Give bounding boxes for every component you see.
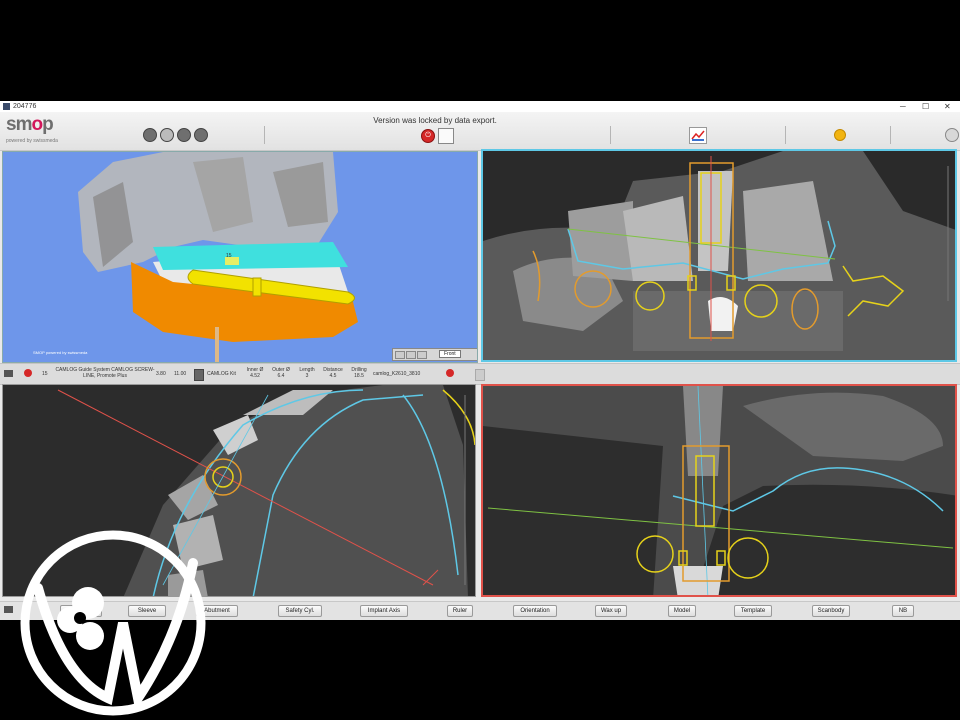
rotate-icon[interactable] <box>395 351 405 359</box>
chart-icon[interactable] <box>689 127 707 144</box>
nb-button[interactable]: NB <box>892 605 914 617</box>
view-select[interactable]: Front <box>439 350 461 358</box>
3d-render <box>78 152 358 362</box>
lock-icon[interactable] <box>24 369 32 377</box>
model-button[interactable]: Model <box>668 605 696 617</box>
smop-logo: smop <box>6 114 54 135</box>
orientation-button[interactable]: Orientation <box>513 605 557 617</box>
drilling-depth: Drilling 18.5 <box>351 367 367 379</box>
inner-diameter: Inner Ø 4.52 <box>246 367 264 379</box>
collapse-toggle[interactable] <box>4 606 13 613</box>
implant-tooth: 15 <box>42 371 48 377</box>
window-title: 204776 <box>13 103 37 110</box>
app-icon <box>3 103 10 110</box>
record-button[interactable] <box>177 128 191 142</box>
cross-section-scan <box>483 386 955 595</box>
wax-up-button[interactable]: Wax up <box>595 605 627 617</box>
implant-axis-button[interactable]: Implant Axis <box>360 605 408 617</box>
implant-kit: CAMLOG Kit <box>207 371 236 377</box>
sleeve-distance: Distance 4.5 <box>323 367 343 379</box>
app-header: smop powered by swissmeda Version was lo… <box>0 112 960 151</box>
view-grid-button[interactable] <box>143 128 157 142</box>
outer-diameter: Outer Ø 6.4 <box>272 367 290 379</box>
collapse-toggle[interactable] <box>4 370 13 377</box>
implant-kit-icon <box>475 369 485 381</box>
ruler-button[interactable]: Ruler <box>447 605 473 617</box>
camera-icon[interactable] <box>194 128 208 142</box>
cross-section-view[interactable] <box>481 384 957 597</box>
sleeve-code: camlog_K2610_3810 <box>373 371 421 377</box>
viewport-caption: SMOP powered by swissmeda <box>33 350 88 355</box>
sleeve-length: Length 3 <box>299 367 315 379</box>
safety-cyl-button[interactable]: Safety Cyl. <box>278 605 322 617</box>
scanbody-button[interactable]: Scanbody <box>812 605 850 617</box>
implant-kit-icon <box>194 369 204 381</box>
maximize-button[interactable]: ☐ <box>922 101 929 112</box>
watermark-logo <box>20 530 206 716</box>
export-icon[interactable] <box>438 128 454 144</box>
implant-length: 11.00 <box>174 371 187 377</box>
lock-icon[interactable] <box>446 369 454 377</box>
minimize-button[interactable]: ─ <box>900 101 906 112</box>
close-button[interactable]: ✕ <box>944 101 951 112</box>
implant-system: CAMLOG Guide System CAMLOG SCREW-LINE, P… <box>55 367 155 379</box>
logo-subtitle: powered by swissmeda <box>6 138 58 144</box>
implant-diameter: 3.80 <box>156 371 166 377</box>
toolbar-separator <box>610 126 611 144</box>
lock-message: Version was locked by data export. <box>373 116 497 125</box>
3d-view-toolbar: Front <box>392 348 477 361</box>
toolbar-separator <box>264 126 265 144</box>
lock-icon[interactable]: ⏻ <box>421 129 435 143</box>
panoramic-scan <box>483 151 955 360</box>
viewport-3d[interactable]: 15 SMOP powered by swissmeda Front <box>2 151 478 363</box>
fullscreen-icon[interactable] <box>945 128 959 142</box>
implant-info-bar: 15 CAMLOG Guide System CAMLOG SCREW-LINE… <box>0 363 960 385</box>
toolbar-separator <box>785 126 786 144</box>
pan-icon[interactable] <box>406 351 416 359</box>
status-dot-icon <box>834 129 846 141</box>
layers-icon[interactable] <box>417 351 427 359</box>
panoramic-view[interactable] <box>481 149 957 362</box>
tooth-label: 15 <box>226 253 232 259</box>
template-button[interactable]: Template <box>734 605 772 617</box>
light-button[interactable] <box>160 128 174 142</box>
toolbar-separator <box>890 126 891 144</box>
